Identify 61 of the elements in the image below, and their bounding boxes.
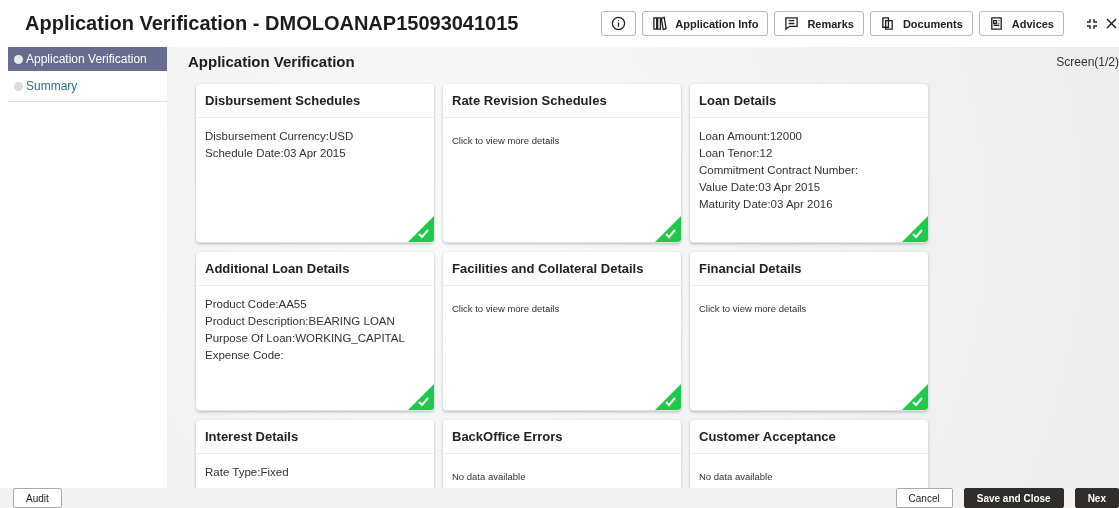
card-field: Schedule Date:03 Apr 2015 [205, 145, 425, 162]
card-note: Click to view more details [452, 302, 561, 316]
footer-button[interactable]: Nex [1074, 488, 1119, 508]
card-note: Click to view more details [452, 134, 561, 148]
card-title: Interest Details [196, 420, 434, 454]
check-corner-icon [408, 384, 434, 410]
footer-button[interactable]: Cancel [895, 488, 953, 508]
card-title: Disbursement Schedules [196, 84, 434, 118]
check-corner-icon [408, 216, 434, 242]
section-heading: Application Verification [188, 53, 355, 70]
card-note: No data available [452, 470, 527, 484]
summary-card[interactable]: Facilities and Collateral Details Click to view more details [443, 252, 681, 411]
documents-icon [879, 16, 895, 31]
card-title: Additional Loan Details [196, 252, 434, 286]
card-field: Disbursement Currency:USD [205, 128, 425, 145]
card-field: Product Code:AA55 [205, 296, 425, 313]
check-corner-icon [902, 216, 928, 242]
summary-card[interactable]: Interest Details Rate Type:Fixed [196, 420, 434, 488]
toolbar-button[interactable]: Application Info [642, 11, 769, 36]
sidebar-item[interactable]: Application Verification [8, 47, 167, 71]
card-title: Customer Acceptance [690, 420, 928, 454]
newspaper-icon [988, 16, 1004, 31]
card-field: Maturity Date:03 Apr 2016 [699, 196, 919, 213]
toolbar-button[interactable]: Remarks [774, 11, 864, 36]
card-field: Loan Tenor:12 [699, 145, 919, 162]
summary-card[interactable]: Financial Details Click to view more details [690, 252, 928, 411]
card-title: Loan Details [690, 84, 928, 118]
card-field: Commitment Contract Number: [699, 162, 919, 179]
close-icon[interactable] [1106, 18, 1117, 29]
check-corner-icon [655, 216, 681, 242]
comment-icon [784, 16, 800, 31]
card-field: Value Date:03 Apr 2015 [699, 179, 919, 196]
info-button[interactable] [601, 11, 637, 36]
check-corner-icon [902, 384, 928, 410]
card-field: Rate Type:Fixed [205, 464, 425, 481]
card-title: Financial Details [690, 252, 928, 286]
books-icon [652, 16, 668, 31]
card-field: Product Description:BEARING LOAN [205, 313, 425, 330]
card-note: Click to view more details [699, 302, 808, 316]
summary-card[interactable]: Loan Details Loan Amount:12000 Loan Tenor:12 Commitment Contract Number: Value Date:03 Apr 2015 Maturity Date:03 Apr 2016 [690, 84, 928, 243]
screen-indicator: Screen(1/2) [1056, 54, 1119, 69]
card-title: Rate Revision Schedules [443, 84, 681, 118]
card-note: No data available [699, 470, 774, 484]
minimize-icon[interactable] [1086, 17, 1098, 30]
check-corner-icon [655, 384, 681, 410]
footer-button[interactable]: Audit [13, 488, 62, 508]
toolbar-button[interactable]: Documents [869, 11, 973, 36]
summary-card[interactable]: Additional Loan Details Product Code:AA55 Product Description:BEARING LOAN Purpose Of Loan:WORKING_CAPITAL Expense Code: [196, 252, 434, 411]
page-title: Application Verification - DMOLOANAP15093041015 [25, 12, 520, 35]
summary-card[interactable]: Disbursement Schedules Disbursement Currency:USD Schedule Date:03 Apr 2015 [196, 84, 434, 243]
footer-button[interactable]: Save and Close [963, 488, 1064, 508]
card-field: Purpose Of Loan:WORKING_CAPITAL [205, 330, 425, 347]
card-title: BackOffice Errors [443, 420, 681, 454]
card-field: Loan Amount:12000 [699, 128, 919, 145]
summary-card[interactable]: BackOffice Errors No data available [443, 420, 681, 488]
summary-card[interactable]: Customer Acceptance No data available [690, 420, 928, 488]
summary-card[interactable]: Rate Revision Schedules Click to view more details [443, 84, 681, 243]
info-icon [611, 16, 627, 31]
card-field: Expense Code: [205, 347, 425, 364]
toolbar-button[interactable]: Advices [978, 11, 1064, 36]
card-title: Facilities and Collateral Details [443, 252, 681, 286]
